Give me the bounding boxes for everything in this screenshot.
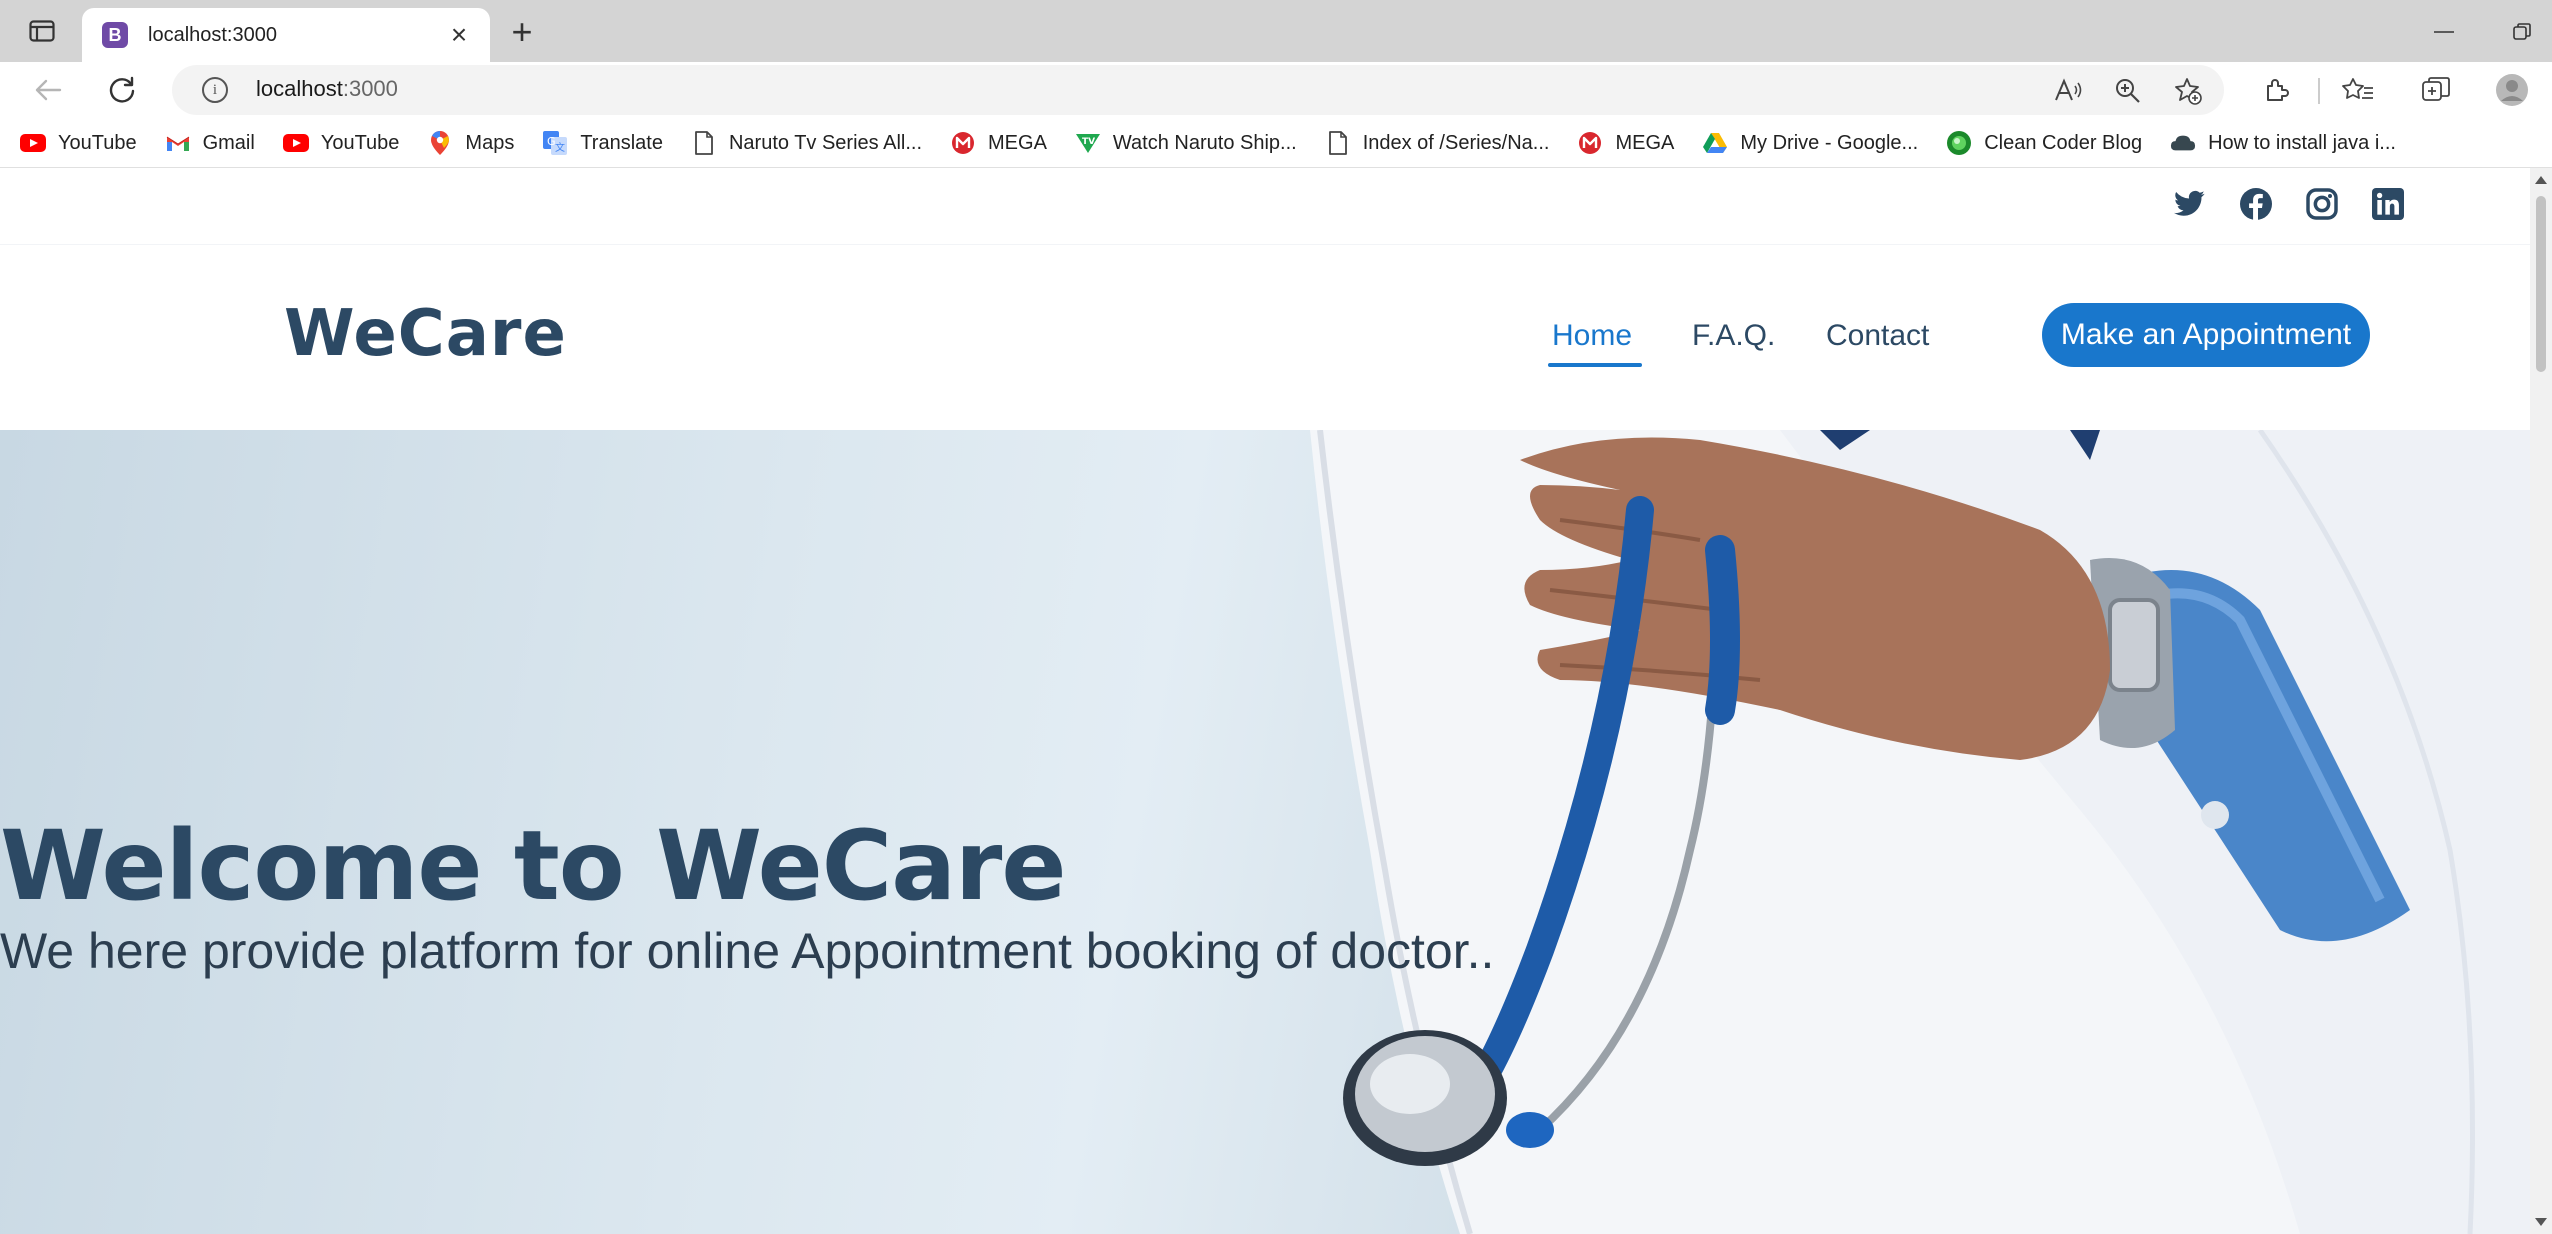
- page-icon: [691, 130, 717, 156]
- bookmark-label: MEGA: [988, 131, 1047, 154]
- url-host: localhost: [256, 76, 343, 101]
- facebook-icon[interactable]: [2234, 182, 2278, 226]
- maps-icon: [427, 130, 453, 156]
- gmail-icon: [165, 130, 191, 156]
- bookmark-label: Translate: [580, 131, 663, 154]
- svg-text:文: 文: [555, 141, 565, 154]
- nav-contact-link[interactable]: Contact: [1826, 319, 1929, 353]
- tab-title: localhost:3000: [148, 23, 277, 46]
- address-bar[interactable]: i localhost:3000: [172, 65, 2224, 115]
- linkedin-icon[interactable]: [2366, 182, 2410, 226]
- bookmark-item[interactable]: My Drive - Google...: [1702, 130, 1918, 156]
- scroll-up-arrow-icon[interactable]: [2535, 176, 2547, 184]
- bookmark-item[interactable]: Index of /Series/Na...: [1325, 130, 1550, 156]
- reload-icon[interactable]: [102, 70, 142, 110]
- bookmark-item[interactable]: YouTube: [282, 130, 400, 156]
- youtube-icon: [282, 130, 309, 156]
- globe-icon: [1946, 130, 1972, 156]
- bookmark-item[interactable]: Gmail: [165, 130, 255, 156]
- hero-title: Welcome to WeCare: [0, 810, 1066, 922]
- bookmark-item[interactable]: MEGA: [1577, 130, 1674, 156]
- mega-icon: [1577, 130, 1603, 156]
- tab-favicon-icon: B: [102, 22, 128, 48]
- hero-section: Welcome to WeCare We here provide platfo…: [0, 430, 2530, 1234]
- bookmark-label: Watch Naruto Ship...: [1112, 131, 1297, 154]
- browser-tab[interactable]: B localhost:3000 ×: [82, 8, 490, 62]
- drive-icon: [1702, 130, 1728, 156]
- bookmark-label: My Drive - Google...: [1740, 131, 1919, 154]
- address-url[interactable]: localhost:3000: [256, 76, 398, 102]
- bookmark-item[interactable]: YouTube: [20, 130, 137, 156]
- translate-icon: G文: [542, 130, 568, 156]
- make-appointment-button[interactable]: Make an Appointment: [2042, 303, 2370, 367]
- bookmark-label: Clean Coder Blog: [1984, 131, 2143, 154]
- read-aloud-icon[interactable]: [2048, 73, 2088, 109]
- bookmark-label: Naruto Tv Series All...: [728, 131, 923, 154]
- bookmark-item[interactable]: MEGA: [950, 130, 1047, 156]
- instagram-icon[interactable]: [2300, 182, 2344, 226]
- nav-active-indicator: [1548, 363, 1642, 367]
- url-port: :3000: [342, 76, 398, 101]
- bookmark-label: YouTube: [320, 131, 400, 154]
- mega-icon: [950, 130, 976, 156]
- site-info-icon[interactable]: i: [202, 77, 228, 103]
- bookmark-item[interactable]: Maps: [427, 130, 514, 156]
- site-logo[interactable]: WeCare: [284, 297, 567, 371]
- zoom-icon[interactable]: [2108, 73, 2148, 109]
- scroll-thumb[interactable]: [2536, 196, 2546, 372]
- minimize-icon[interactable]: [2424, 14, 2464, 50]
- page-icon: [1325, 130, 1351, 156]
- browser-toolbar: i localhost:3000 YouTube Gmail YouTube M…: [0, 62, 2552, 168]
- web-page: WeCare Home F.A.Q. Contact Make an Appoi…: [0, 168, 2530, 1234]
- tab-close-icon[interactable]: ×: [442, 18, 476, 52]
- bookmark-item[interactable]: How to install java i...: [2170, 130, 2396, 156]
- bookmark-label: YouTube: [58, 131, 137, 154]
- bookmarks-bar: YouTube Gmail YouTube Maps G文 Translate …: [0, 118, 2552, 168]
- site-header: WeCare Home F.A.Q. Contact Make an Appoi…: [0, 244, 2530, 430]
- new-tab-button[interactable]: +: [502, 11, 542, 52]
- social-topbar: [0, 168, 2530, 244]
- toolbar-separator: [2318, 78, 2320, 104]
- profile-avatar-icon[interactable]: [2490, 68, 2534, 112]
- page-scrollbar[interactable]: [2530, 168, 2552, 1234]
- nav-faq-link[interactable]: F.A.Q.: [1692, 319, 1775, 353]
- extensions-icon[interactable]: [2254, 68, 2298, 112]
- bookmark-item[interactable]: G文 Translate: [542, 130, 663, 156]
- tv-icon: TV: [1075, 130, 1101, 156]
- nav-home-link[interactable]: Home: [1552, 319, 1632, 353]
- bookmark-label: Index of /Series/Na...: [1362, 131, 1550, 154]
- tab-actions-icon[interactable]: [22, 14, 62, 48]
- collections-icon[interactable]: [2414, 68, 2458, 112]
- bookmark-label: How to install java i...: [2208, 131, 2396, 154]
- hero-subtitle: We here provide platform for online Appo…: [0, 923, 1495, 979]
- bookmark-label: Maps: [465, 131, 515, 154]
- favorites-icon[interactable]: [2336, 68, 2380, 112]
- scroll-down-arrow-icon[interactable]: [2535, 1218, 2547, 1226]
- bookmark-label: MEGA: [1615, 131, 1675, 154]
- back-arrow-icon[interactable]: [28, 70, 68, 110]
- restore-icon[interactable]: [2504, 16, 2540, 48]
- bookmark-item[interactable]: Naruto Tv Series All...: [691, 130, 922, 156]
- twitter-icon[interactable]: [2168, 182, 2212, 226]
- add-favorite-icon[interactable]: [2168, 73, 2208, 109]
- bookmark-item[interactable]: TV Watch Naruto Ship...: [1075, 130, 1297, 156]
- bookmark-label: Gmail: [202, 131, 255, 154]
- youtube-icon: [20, 130, 46, 156]
- bookmark-item[interactable]: Clean Coder Blog: [1946, 130, 2142, 156]
- browser-tab-bar: B localhost:3000 × +: [0, 0, 2552, 62]
- cloud-icon: [2170, 130, 2196, 156]
- svg-text:TV: TV: [1082, 137, 1095, 147]
